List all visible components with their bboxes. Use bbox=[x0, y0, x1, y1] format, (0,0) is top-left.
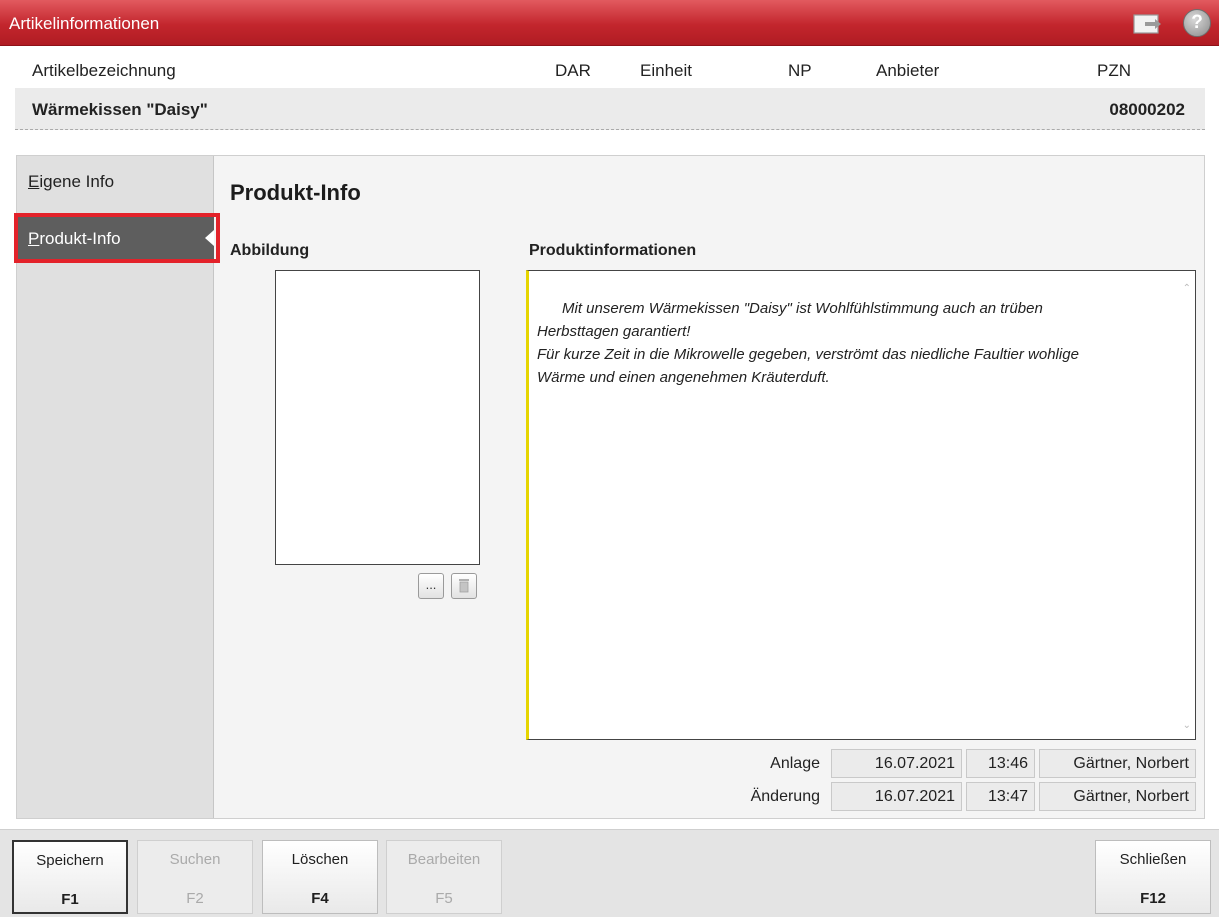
save-button-key: F1 bbox=[61, 891, 79, 908]
anlage-label: Anlage bbox=[770, 755, 820, 772]
delete-button[interactable]: Löschen F4 bbox=[262, 840, 378, 914]
col-np: NP bbox=[788, 61, 812, 80]
scroll-down-icon[interactable]: ⌄ bbox=[1183, 714, 1191, 737]
sidebar: Eigene Info Produkt-Info bbox=[14, 156, 220, 818]
window-title: Artikelinformationen bbox=[9, 14, 160, 33]
delete-image-button[interactable] bbox=[451, 573, 477, 599]
scroll-up-icon[interactable]: ⌃ bbox=[1183, 277, 1191, 300]
meta-row-aenderung: Änderung 16.07.2021 13:47 Gärtner, Norbe… bbox=[526, 782, 1206, 812]
col-dar: DAR bbox=[555, 61, 591, 80]
col-einheit: Einheit bbox=[640, 61, 692, 80]
save-button-label: Speichern bbox=[36, 852, 104, 869]
anlage-time: 13:46 bbox=[966, 749, 1035, 778]
product-info-label: Produktinformationen bbox=[529, 242, 697, 259]
export-icon[interactable] bbox=[1133, 13, 1163, 35]
trash-icon bbox=[459, 579, 469, 593]
aenderung-label: Änderung bbox=[750, 788, 820, 805]
meta-row-anlage: Anlage 16.07.2021 13:46 Gärtner, Norbert bbox=[526, 749, 1206, 779]
delete-button-label: Löschen bbox=[291, 851, 349, 868]
col-artikelbezeichnung: Artikelbezeichnung bbox=[32, 61, 176, 80]
product-info-text: Mit unserem Wärmekissen "Daisy" ist Wohl… bbox=[537, 300, 1079, 386]
article-header-values: Wärmekissen "Daisy" 08000202 bbox=[15, 88, 1205, 130]
browse-icon: ... bbox=[425, 577, 437, 592]
close-button-label: Schließen bbox=[1119, 851, 1187, 868]
close-button[interactable]: Schließen F12 bbox=[1095, 840, 1211, 914]
edit-button-label: Bearbeiten bbox=[407, 851, 481, 868]
search-button[interactable]: Suchen F2 bbox=[137, 840, 253, 914]
page-title: Produkt-Info bbox=[230, 180, 361, 205]
anlage-date: 16.07.2021 bbox=[831, 749, 962, 778]
col-anbieter: Anbieter bbox=[876, 61, 940, 80]
article-pzn: 08000202 bbox=[1109, 100, 1185, 119]
search-button-key: F2 bbox=[186, 890, 204, 907]
browse-image-button[interactable]: ... bbox=[418, 573, 444, 599]
sidebar-item-label-rest: igene Info bbox=[39, 172, 115, 191]
title-bar: Artikelinformationen ? bbox=[0, 0, 1219, 46]
col-pzn: PZN bbox=[1097, 61, 1131, 80]
close-button-key: F12 bbox=[1140, 890, 1166, 907]
search-button-label: Suchen bbox=[169, 851, 221, 868]
delete-button-key: F4 bbox=[311, 890, 329, 907]
content-area: Produkt-Info Abbildung ... Produktinform… bbox=[215, 156, 1205, 818]
aenderung-time: 13:47 bbox=[966, 782, 1035, 811]
aenderung-user: Gärtner, Norbert bbox=[1039, 782, 1196, 811]
article-name: Wärmekissen "Daisy" bbox=[32, 100, 208, 119]
product-info-textarea[interactable]: Mit unserem Wärmekissen "Daisy" ist Wohl… bbox=[526, 270, 1196, 740]
anlage-user: Gärtner, Norbert bbox=[1039, 749, 1196, 778]
save-button[interactable]: Speichern F1 bbox=[12, 840, 128, 914]
footer-toolbar: Speichern F1 Suchen F2 Löschen F4 Bearbe… bbox=[0, 829, 1219, 917]
edit-button-key: F5 bbox=[435, 890, 453, 907]
edit-button[interactable]: Bearbeiten F5 bbox=[386, 840, 502, 914]
aenderung-date: 16.07.2021 bbox=[831, 782, 962, 811]
image-label: Abbildung bbox=[230, 242, 310, 259]
article-header-labels: Artikelbezeichnung DAR Einheit NP Anbiet… bbox=[0, 52, 1219, 88]
mnemonic-e: E bbox=[28, 172, 40, 191]
product-image-box[interactable] bbox=[275, 270, 480, 565]
sidebar-item-label: Eigene Info bbox=[28, 172, 114, 192]
selection-highlight bbox=[14, 213, 220, 263]
main-panel: Eigene Info Produkt-Info Produkt-Info Ab… bbox=[14, 155, 1205, 819]
help-icon[interactable]: ? bbox=[1183, 9, 1211, 37]
sidebar-item-eigene-info[interactable]: Eigene Info bbox=[17, 159, 214, 203]
